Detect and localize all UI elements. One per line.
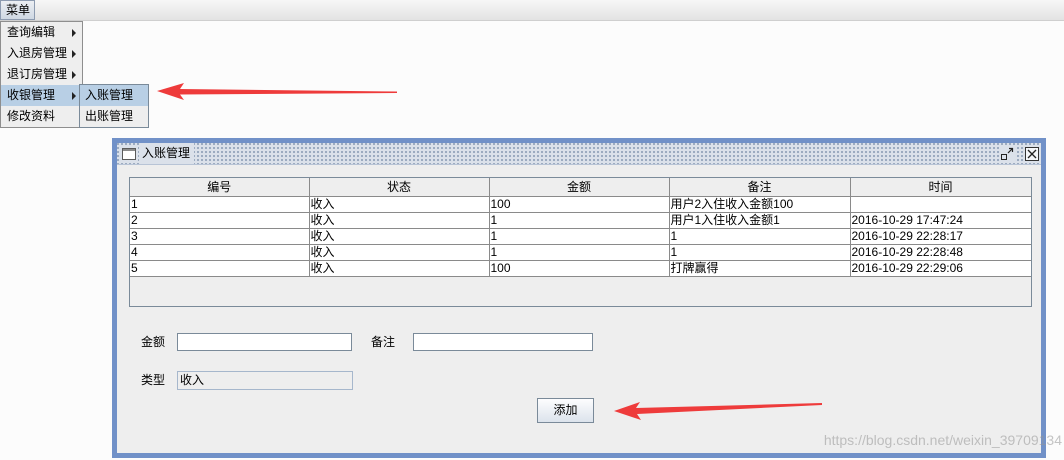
cell-note: 打牌赢得	[668, 259, 851, 277]
menu-item-label: 修改资料	[7, 109, 56, 123]
cell-number: 1	[130, 195, 310, 213]
cell-time: 2016-10-29 17:47:24	[849, 211, 1031, 229]
window-icon	[121, 146, 138, 162]
table-row[interactable]: 4 收入 1 1 2016-10-29 22:28:48	[130, 243, 1031, 261]
cell-time: 2016-10-29 22:28:17	[849, 227, 1031, 245]
cell-time	[849, 195, 1031, 213]
chevron-right-icon	[72, 50, 76, 58]
submenu-popup: 入账管理 出账管理	[79, 84, 149, 128]
cell-number: 2	[130, 211, 310, 229]
menu-item-label: 查询编辑	[7, 25, 56, 39]
type-field: 收入	[177, 371, 353, 390]
cell-time: 2016-10-29 22:29:06	[849, 259, 1031, 277]
close-icon[interactable]	[1024, 146, 1040, 162]
note-input[interactable]	[413, 333, 593, 351]
watermark: https://blog.csdn.net/weixin_39709134	[823, 432, 1062, 448]
chevron-right-icon	[72, 71, 76, 79]
submenu-item-income[interactable]: 入账管理	[80, 85, 148, 106]
chevron-right-icon	[72, 29, 76, 37]
table-row[interactable]: 2 收入 1 用户1入住收入金额1 2016-10-29 17:47:24	[130, 211, 1031, 229]
menu-item-label: 入退房管理	[7, 46, 68, 60]
chevron-right-icon	[72, 92, 76, 100]
frame-title-bar[interactable]: 入账管理	[117, 143, 1041, 165]
table-header-row: 编号 状态 金额 备注 时间	[130, 178, 1031, 197]
cell-status: 收入	[308, 195, 490, 213]
submenu-item-label: 出账管理	[85, 109, 134, 123]
cell-amount: 1	[488, 227, 670, 245]
menu-item-edit-profile[interactable]: 修改资料	[1, 106, 82, 127]
cell-time: 2016-10-29 22:28:48	[849, 243, 1031, 261]
frame-title: 入账管理	[140, 143, 195, 164]
cell-amount: 1	[488, 211, 670, 229]
cell-number: 5	[130, 259, 310, 277]
type-label: 类型	[141, 373, 166, 387]
column-header-note[interactable]: 备注	[668, 178, 851, 197]
amount-input[interactable]	[177, 333, 352, 351]
cell-amount: 100	[488, 195, 670, 213]
column-header-status[interactable]: 状态	[308, 178, 490, 197]
column-header-number[interactable]: 编号	[130, 178, 310, 197]
menu-item-reservation[interactable]: 退订房管理	[1, 64, 82, 85]
menu-item-label: 退订房管理	[7, 67, 68, 81]
iconify-icon[interactable]	[999, 146, 1015, 162]
column-header-amount[interactable]: 金额	[488, 178, 670, 197]
cell-status: 收入	[308, 211, 490, 229]
cell-amount: 100	[488, 259, 670, 277]
cell-note: 用户1入住收入金额1	[668, 211, 851, 229]
records-table: 编号 状态 金额 备注 时间 1 收入 100 用户2入住收入金额100 2 收…	[130, 178, 1031, 277]
cell-note: 1	[668, 243, 851, 261]
menu-item-cashier[interactable]: 收银管理	[1, 85, 82, 106]
column-header-time[interactable]: 时间	[849, 178, 1031, 197]
cell-number: 4	[130, 243, 310, 261]
menu-item-label: 收银管理	[7, 88, 56, 102]
note-label: 备注	[371, 335, 396, 349]
menu-bar: 菜单	[0, 0, 1064, 21]
cell-amount: 1	[488, 243, 670, 261]
cell-note: 用户2入住收入金额100	[668, 195, 851, 213]
menu-item-check-in-out[interactable]: 入退房管理	[1, 43, 82, 64]
add-button[interactable]: 添加	[537, 398, 594, 423]
submenu-item-expense[interactable]: 出账管理	[80, 106, 148, 127]
menu-popup: 查询编辑 入退房管理 退订房管理 收银管理 修改资料	[0, 21, 83, 128]
cell-status: 收入	[308, 227, 490, 245]
menu-caidan[interactable]: 菜单	[0, 0, 35, 20]
annotation-arrow	[157, 83, 397, 100]
cell-status: 收入	[308, 259, 490, 277]
amount-label: 金额	[141, 335, 166, 349]
income-management-window: 入账管理 编号 状态 金额 备注 时间 1 收入 100 用户2入住收入金额10…	[112, 138, 1046, 458]
menu-item-query-edit[interactable]: 查询编辑	[1, 22, 82, 43]
cell-status: 收入	[308, 243, 490, 261]
submenu-item-label: 入账管理	[85, 88, 134, 102]
cell-note: 1	[668, 227, 851, 245]
table-row[interactable]: 1 收入 100 用户2入住收入金额100	[130, 195, 1031, 213]
cell-number: 3	[130, 227, 310, 245]
table-row[interactable]: 5 收入 100 打牌赢得 2016-10-29 22:29:06	[130, 259, 1031, 277]
table-row[interactable]: 3 收入 1 1 2016-10-29 22:28:17	[130, 227, 1031, 245]
records-table-scrollpane[interactable]: 编号 状态 金额 备注 时间 1 收入 100 用户2入住收入金额100 2 收…	[129, 177, 1032, 307]
